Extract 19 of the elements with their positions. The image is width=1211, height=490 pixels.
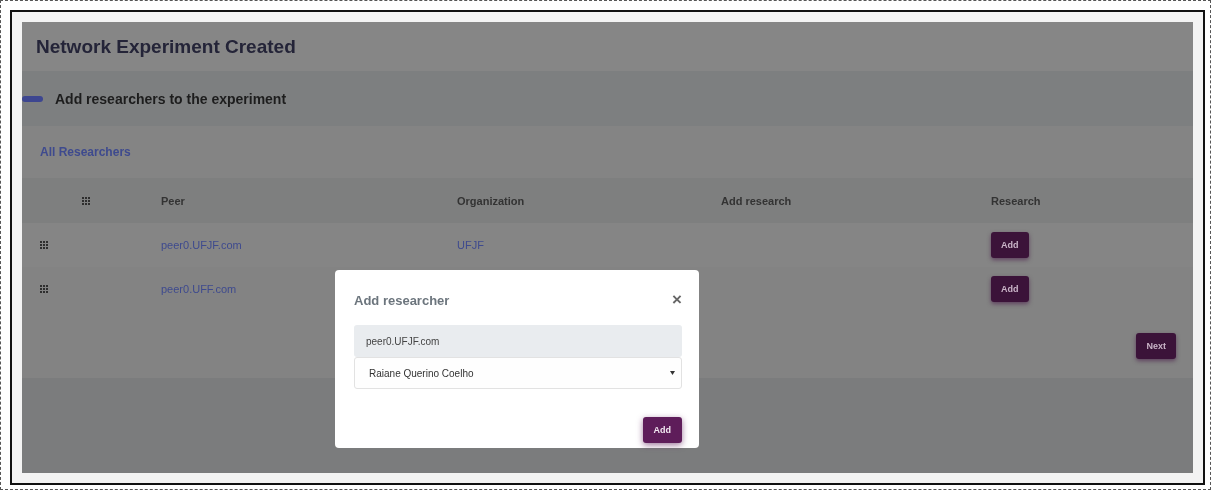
drag-handle-icon [40,241,49,249]
dialog-title: Add researcher [354,292,450,308]
section-title: Add researchers to the experiment [55,90,287,107]
column-header: Organization [457,194,526,207]
column-header: Add research [721,194,793,207]
next-button[interactable]: Next [1136,333,1176,359]
caret-icon [670,371,675,375]
add-button[interactable]: Add [991,276,1029,302]
add-button[interactable]: Add [991,232,1029,258]
grid-icon [82,196,91,205]
page-title: Network Experiment Created [36,35,296,58]
peer-field[interactable]: peer0.UFJF.com [354,325,682,357]
researcher-select[interactable]: Raiane Querino Coelho [354,357,682,389]
add-button[interactable]: Add [642,417,682,443]
column-header: Research [991,194,1042,207]
close-button[interactable]: × [672,290,682,310]
collapse-icon[interactable] [22,95,43,102]
column-header: Peer [161,194,186,207]
drag-handle-icon [40,285,49,293]
